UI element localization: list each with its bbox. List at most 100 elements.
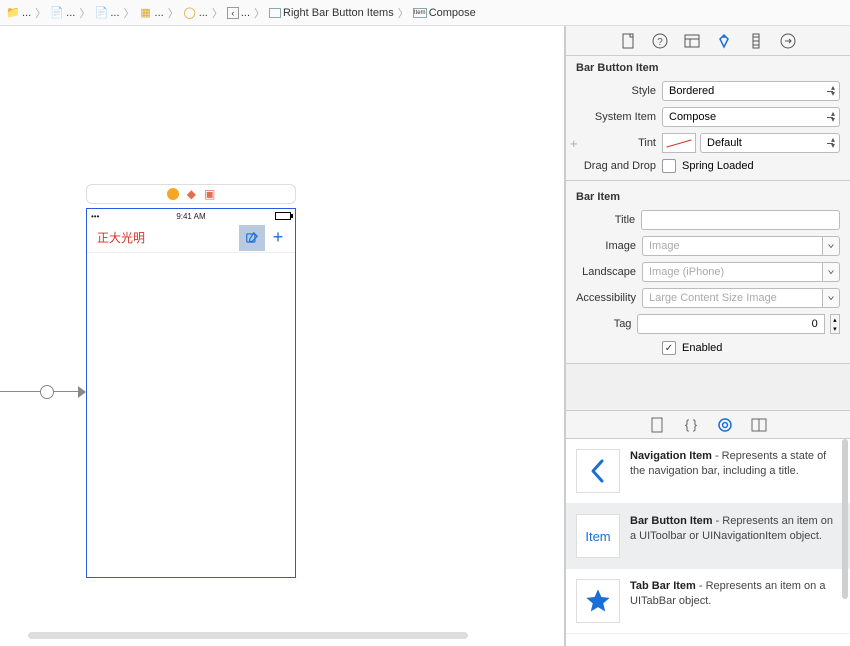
spring-loaded-checkbox[interactable] <box>662 159 676 173</box>
library-item-tabbar[interactable]: Tab Bar Item - Represents an item on a U… <box>566 569 850 634</box>
tint-swatch[interactable] <box>662 133 696 153</box>
battery-icon <box>275 212 291 220</box>
lib-title: Navigation Item <box>630 450 712 462</box>
viewcontroller-icon <box>167 188 179 200</box>
breadcrumb-item[interactable]: ItemCompose <box>411 7 478 19</box>
identity-inspector-tab[interactable] <box>683 32 701 50</box>
bc-label: ... <box>22 7 31 19</box>
chevron-left-icon <box>576 449 620 493</box>
image-dropdown-button[interactable] <box>822 236 840 256</box>
section-header: Bar Item <box>566 185 850 207</box>
image-combo[interactable]: Image <box>642 236 822 256</box>
navigation-bar[interactable]: 正大光明 + <box>87 223 295 253</box>
title-input[interactable] <box>641 210 840 230</box>
style-label: Style <box>576 85 656 97</box>
attributes-inspector-tab[interactable] <box>715 32 733 50</box>
status-time: 9:41 AM <box>87 212 295 221</box>
horizontal-scrollbar[interactable] <box>28 632 468 639</box>
bc-label: ... <box>241 7 250 19</box>
library-item-barbutton[interactable]: Item Bar Button Item - Represents an ite… <box>566 504 850 569</box>
tag-label: Tag <box>576 318 631 330</box>
breadcrumb-item[interactable]: ▦... <box>137 6 166 20</box>
breadcrumb-item[interactable]: 📄... <box>48 6 77 20</box>
breadcrumb: 📁... 〉 📄... 〉 📄... 〉 ▦... 〉 ◯... 〉 ‹... … <box>0 0 850 26</box>
tag-input[interactable] <box>637 314 824 334</box>
style-select[interactable]: Bordered▴▾ <box>662 81 840 101</box>
library-item-navigation[interactable]: Navigation Item - Represents a state of … <box>566 439 850 504</box>
inspector-tabs: ? <box>566 26 850 56</box>
tint-label: Tint <box>576 137 656 149</box>
section-header: Bar Button Item <box>566 56 850 78</box>
file-inspector-tab[interactable] <box>619 32 637 50</box>
dragdrop-label: Drag and Drop <box>576 160 656 172</box>
system-item-label: System Item <box>576 111 656 123</box>
first-responder-icon: ◆ <box>187 187 196 201</box>
accessibility-dropdown-button[interactable] <box>822 288 840 308</box>
plus-icon: + <box>273 227 284 248</box>
vertical-scrollbar[interactable] <box>842 439 848 599</box>
landscape-label: Landscape <box>576 266 636 278</box>
file-icon: 📄 <box>50 6 64 20</box>
compose-button[interactable] <box>239 225 265 251</box>
chevron-right-icon: 〉 <box>79 5 90 21</box>
status-bar: ••• 9:41 AM <box>87 209 295 223</box>
bc-label: Right Bar Button Items <box>283 7 394 19</box>
chevron-right-icon: 〉 <box>168 5 179 21</box>
svg-text:?: ? <box>657 37 663 48</box>
accessibility-combo[interactable]: Large Content Size Image <box>642 288 822 308</box>
item-icon: Item <box>413 8 427 18</box>
enabled-checkbox[interactable] <box>662 341 676 355</box>
chevron-right-icon: 〉 <box>398 5 409 21</box>
spring-loaded-label: Spring Loaded <box>682 160 754 172</box>
breadcrumb-item[interactable]: ◯... <box>181 6 210 20</box>
item-text-icon: Item <box>576 514 620 558</box>
system-item-select[interactable]: Compose▴▾ <box>662 107 840 127</box>
scene-icon: ◯ <box>183 6 197 20</box>
bc-label: Compose <box>429 7 476 19</box>
canvas[interactable]: ◆ ▣ ••• 9:41 AM 正大光明 <box>0 26 565 646</box>
enabled-label: Enabled <box>682 342 722 354</box>
back-icon: ‹ <box>227 7 239 19</box>
tag-stepper[interactable]: ▴▾ <box>830 314 840 334</box>
media-library-tab[interactable] <box>750 416 768 434</box>
breadcrumb-item[interactable]: 📄... <box>92 6 121 20</box>
bc-label: ... <box>66 7 75 19</box>
chevron-right-icon: 〉 <box>124 5 135 21</box>
folder-icon: 📁 <box>6 6 20 20</box>
tint-select[interactable]: Default▴▾ <box>700 133 840 153</box>
device-preview[interactable]: ••• 9:41 AM 正大光明 + <box>86 208 296 578</box>
file-template-tab[interactable] <box>648 416 666 434</box>
nav-title: 正大光明 <box>97 229 145 246</box>
breadcrumb-item[interactable]: ‹... <box>225 7 252 19</box>
chevron-right-icon: 〉 <box>254 5 265 21</box>
landscape-combo[interactable]: Image (iPhone) <box>642 262 822 282</box>
breadcrumb-item[interactable]: Right Bar Button Items <box>267 7 396 19</box>
main-area: ◆ ▣ ••• 9:41 AM 正大光明 <box>0 26 850 646</box>
breadcrumb-item[interactable]: 📁... <box>4 6 33 20</box>
library-tabs: { } <box>566 411 850 439</box>
chevron-right-icon: 〉 <box>212 5 223 21</box>
chevron-right-icon: 〉 <box>35 5 46 21</box>
image-label: Image <box>576 240 636 252</box>
title-label: Title <box>576 214 635 226</box>
scene-header[interactable]: ◆ ▣ <box>86 184 296 204</box>
object-library[interactable]: Navigation Item - Represents a state of … <box>566 439 850 646</box>
storyboard-icon: ▦ <box>139 6 153 20</box>
add-button[interactable]: + <box>265 225 291 251</box>
lib-title: Bar Button Item <box>630 515 713 527</box>
lib-title: Tab Bar Item <box>630 580 696 592</box>
bc-label: ... <box>155 7 164 19</box>
code-snippet-tab[interactable]: { } <box>682 416 700 434</box>
help-inspector-tab[interactable]: ? <box>651 32 669 50</box>
compose-icon <box>245 231 259 245</box>
file-icon: 📄 <box>94 6 108 20</box>
landscape-dropdown-button[interactable] <box>822 262 840 282</box>
storyboard-entry-arrow[interactable] <box>0 386 90 398</box>
accessibility-label: Accessibility <box>576 292 636 304</box>
connections-inspector-tab[interactable] <box>779 32 797 50</box>
object-library-tab[interactable] <box>716 416 734 434</box>
size-inspector-tab[interactable] <box>747 32 765 50</box>
exit-icon: ▣ <box>204 187 215 201</box>
add-field-button[interactable]: + <box>570 136 578 151</box>
bc-label: ... <box>199 7 208 19</box>
